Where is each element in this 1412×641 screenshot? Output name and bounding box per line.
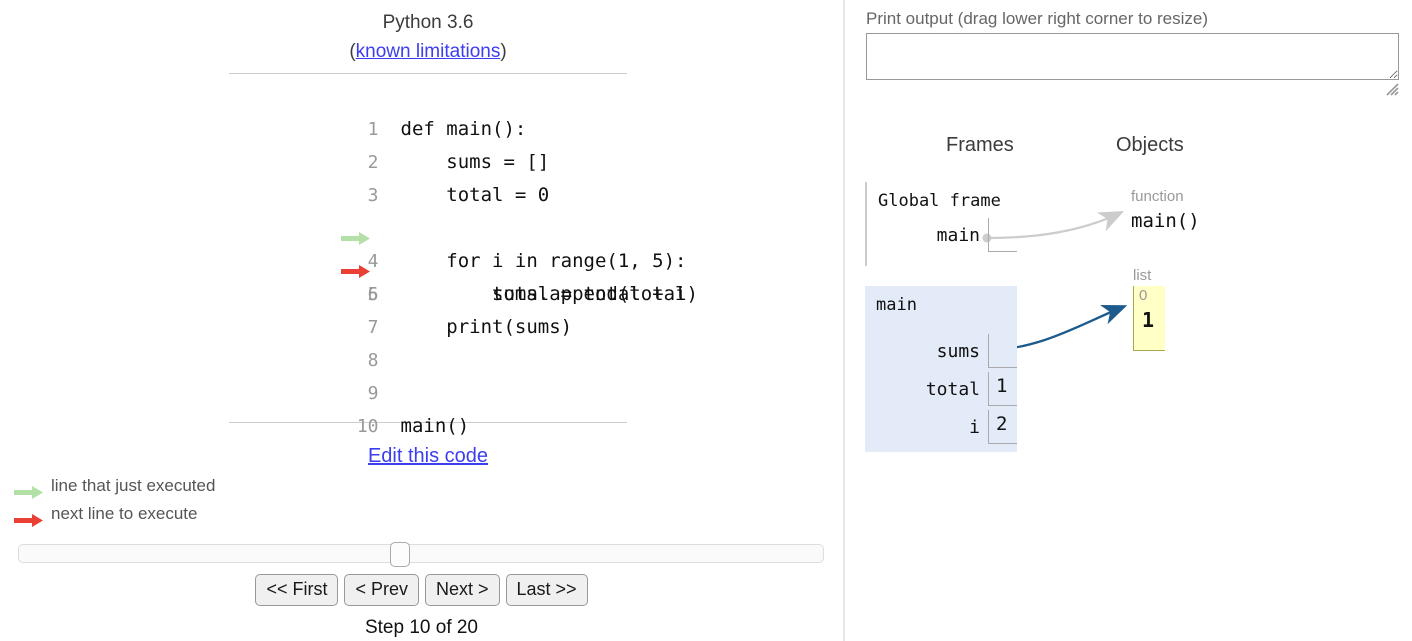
line-number: 10: [356, 416, 379, 437]
next-line-arrow-icon: [227, 223, 371, 278]
paren-close: ): [500, 41, 507, 62]
code-line[interactable]: 3 total = 0: [229, 146, 627, 206]
edit-this-code-link[interactable]: Edit this code: [368, 445, 488, 467]
python-version-header: Python 3.6 (known limitations): [229, 8, 627, 66]
step-counter: Step 10 of 20: [364, 617, 479, 638]
code-line[interactable]: 2 sums = []: [229, 113, 627, 173]
variable-name: sums: [936, 340, 980, 362]
list-element-value: 1: [1142, 308, 1155, 332]
last-button[interactable]: Last >>: [505, 574, 588, 606]
code-line[interactable]: 10 main(): [229, 377, 627, 437]
frame-variable-row: sums: [937, 334, 1017, 368]
variable-name: i: [969, 416, 980, 438]
code-pane: Python 3.6 (known limitations) 1 def main…: [0, 0, 843, 641]
slider-handle[interactable]: [390, 542, 411, 567]
code-line[interactable]: 5 total = total + i: [227, 212, 687, 305]
legend-row-next: next line to execute: [14, 500, 215, 528]
variable-value-text: 2: [996, 413, 1008, 435]
known-limitations-link[interactable]: known limitations: [356, 41, 501, 62]
variable-name: total: [925, 378, 980, 400]
code-column: Python 3.6 (known limitations) 1 def main…: [227, 8, 698, 468]
frame-variable-row: i 2: [969, 410, 1017, 444]
variable-value: 1: [988, 372, 1017, 406]
variable-value-text: 1: [996, 375, 1008, 397]
executed-arrow-icon: [14, 480, 44, 499]
legend-label-executed: line that just executed: [51, 476, 216, 495]
visualization-pane: Print output (drag lower right corner to…: [845, 0, 1412, 641]
next-button[interactable]: Next >: [424, 574, 500, 606]
navigation-buttons: << First < Prev Next > Last >>: [0, 574, 843, 606]
objects-header: Objects: [1116, 134, 1184, 156]
code-line[interactable]: 4 for i in range(1, 5):: [227, 179, 687, 272]
slider-track[interactable]: [18, 544, 824, 563]
step-slider[interactable]: [18, 542, 826, 567]
frame-variable-row: main: [937, 218, 1017, 252]
object-function-name: main(): [1131, 210, 1200, 232]
object-type-label-function: function: [1131, 188, 1184, 205]
code-line[interactable]: 8: [229, 311, 627, 371]
frame-title: Global frame: [878, 191, 1001, 211]
variable-value-pointer: [988, 218, 1017, 252]
list-element-index: 0: [1139, 287, 1148, 304]
python-version-label: Python 3.6: [382, 12, 474, 33]
code-line[interactable]: 7 print(sums): [229, 278, 627, 338]
object-list-box: 0 1: [1133, 286, 1165, 351]
first-button[interactable]: << First: [255, 574, 339, 606]
object-type-label-list: list: [1133, 267, 1152, 284]
legend-row-executed: line that just executed: [14, 472, 215, 500]
next-arrow-icon: [14, 508, 44, 527]
print-output-label: Print output (drag lower right corner to…: [866, 9, 1209, 28]
code-line[interactable]: 6 sums.append(total): [229, 245, 698, 305]
variable-value: 2: [988, 410, 1017, 444]
executed-line-arrow-icon: [227, 190, 371, 245]
variable-value-pointer: [988, 334, 1017, 368]
known-limitations-line: (known limitations): [229, 37, 627, 66]
frame-variable-row: total 1: [926, 372, 1017, 406]
frame-main: main sums total 1 i 2: [865, 286, 1017, 452]
resize-grip-icon[interactable]: [1385, 82, 1399, 96]
frame-title: main: [876, 295, 917, 315]
variable-name: main: [936, 224, 980, 246]
viz-column-headers: Frames Objects: [845, 134, 1412, 160]
frames-header: Frames: [946, 134, 1014, 156]
code-line[interactable]: 1 def main():: [229, 80, 627, 140]
print-output-textarea[interactable]: [866, 33, 1399, 80]
code-line[interactable]: 9: [229, 344, 627, 404]
legend-label-next: next line to execute: [51, 504, 198, 523]
prev-button[interactable]: < Prev: [344, 574, 419, 606]
arrow-legend: line that just executed next line to exe…: [14, 472, 215, 528]
line-code: main(): [400, 415, 470, 437]
frame-global: Global frame main: [865, 182, 1017, 266]
code-listing: 1 def main(): 2 sums = [] 3 total = 0 4 f…: [227, 74, 698, 437]
